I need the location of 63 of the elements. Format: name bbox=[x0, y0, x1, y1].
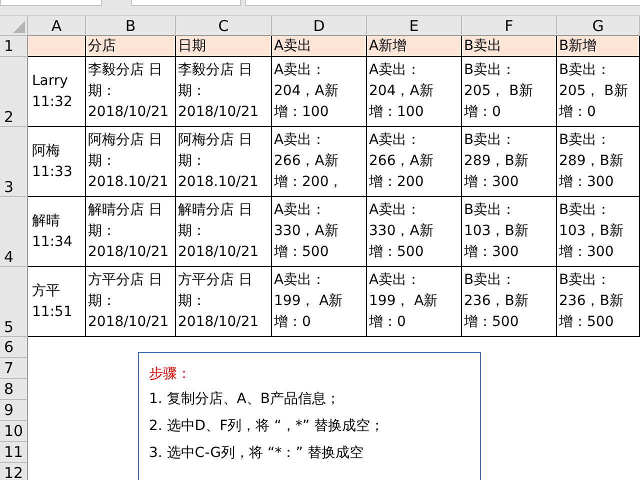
formula-bar[interactable] bbox=[245, 0, 640, 6]
table-cell: 方平分店 日期：2018/10/21 bbox=[86, 267, 176, 337]
row-header[interactable]: 9 bbox=[0, 400, 28, 421]
table-cell: A卖出：199， A新增：0 bbox=[367, 267, 462, 337]
step-text: 1. 复制分店、A、B产品信息； bbox=[149, 390, 341, 409]
row-header[interactable]: 10 bbox=[0, 421, 28, 442]
corner-triangle-icon bbox=[13, 21, 25, 33]
table-cell: B卖出：289，B新增：300 bbox=[557, 127, 640, 197]
select-all-corner[interactable] bbox=[0, 16, 28, 36]
table-cell: A卖出：330，A新增：500 bbox=[367, 197, 462, 267]
note-title: 步骤： bbox=[149, 365, 192, 384]
table-cell: B新增 bbox=[557, 36, 640, 57]
table-cell: 解晴分店 日期：2018/10/21 bbox=[86, 197, 176, 267]
table-cell: A新增 bbox=[367, 36, 462, 57]
row-header[interactable]: 8 bbox=[0, 379, 28, 400]
column-header[interactable]: E bbox=[367, 16, 462, 36]
table-cell: A卖出：204，A新增：100 bbox=[272, 57, 367, 127]
row-header[interactable]: 2 bbox=[0, 57, 28, 127]
column-header[interactable]: B bbox=[86, 16, 176, 36]
table-cell: 方平分店 日期：2018/10/21 bbox=[176, 267, 272, 337]
step-text: 2. 选中D、F列，将 “，*” 替换成空； bbox=[149, 417, 386, 436]
table-cell: B卖出：103，B新增：300 bbox=[557, 197, 640, 267]
table-cell: 李毅分店 日期：2018/10/21 bbox=[176, 57, 272, 127]
column-header[interactable]: D bbox=[272, 16, 367, 36]
table-cell: 日期 bbox=[176, 36, 272, 57]
column-header[interactable]: G bbox=[557, 16, 640, 36]
table-cell: B卖出：289，B新增：300 bbox=[462, 127, 557, 197]
table-cell: Larry 11:32 bbox=[28, 57, 86, 127]
table-cell: A卖出：199， A新增：0 bbox=[272, 267, 367, 337]
row-header[interactable]: 4 bbox=[0, 197, 28, 267]
step-text: 3. 选中C-G列，将 “*：” 替换成空 bbox=[149, 444, 364, 463]
table-cell: B卖出：205， B新增：0 bbox=[462, 57, 557, 127]
table-cell: B卖出 bbox=[462, 36, 557, 57]
table-cell: 解晴分店 日期：2018/10/21 bbox=[176, 197, 272, 267]
table-cell: B卖出：236，B新增：500 bbox=[557, 267, 640, 337]
row-header[interactable]: 7 bbox=[0, 358, 28, 379]
row-header[interactable]: 3 bbox=[0, 127, 28, 197]
row-header[interactable]: 1 bbox=[0, 36, 28, 57]
table-cell: 解晴 11:34 bbox=[28, 197, 86, 267]
table-cell: 阿梅 11:33 bbox=[28, 127, 86, 197]
column-header[interactable]: A bbox=[28, 16, 86, 36]
table-cell: A卖出：204，A新增：100 bbox=[367, 57, 462, 127]
table-cell: B卖出：103，B新增：300 bbox=[462, 197, 557, 267]
table-cell: 阿梅分店 日期：2018.10/21 bbox=[86, 127, 176, 197]
table-cell bbox=[28, 36, 86, 57]
table-cell: B卖出：236，B新增：500 bbox=[462, 267, 557, 337]
function-box[interactable] bbox=[131, 0, 241, 6]
table-cell: A卖出：266，A新增：200 bbox=[367, 127, 462, 197]
table-cell: 李毅分店 日期：2018/10/21 bbox=[86, 57, 176, 127]
table-cell: 阿梅分店 日期：2018.10/21 bbox=[176, 127, 272, 197]
row-header[interactable]: 11 bbox=[0, 442, 28, 463]
table-cell: 方平 11:51 bbox=[28, 267, 86, 337]
table-cell: A卖出：330，A新增：500 bbox=[272, 197, 367, 267]
column-header[interactable]: F bbox=[462, 16, 557, 36]
table-cell: B卖出：205， B新增：0 bbox=[557, 57, 640, 127]
column-header[interactable]: C bbox=[176, 16, 272, 36]
row-header[interactable]: 12 bbox=[0, 463, 28, 480]
row-header[interactable]: 6 bbox=[0, 337, 28, 358]
table-cell: A卖出：266，A新增：200， bbox=[272, 127, 367, 197]
name-box[interactable] bbox=[0, 0, 102, 6]
table-cell: A卖出 bbox=[272, 36, 367, 57]
row-header[interactable]: 5 bbox=[0, 267, 28, 337]
table-cell: 分店 bbox=[86, 36, 176, 57]
